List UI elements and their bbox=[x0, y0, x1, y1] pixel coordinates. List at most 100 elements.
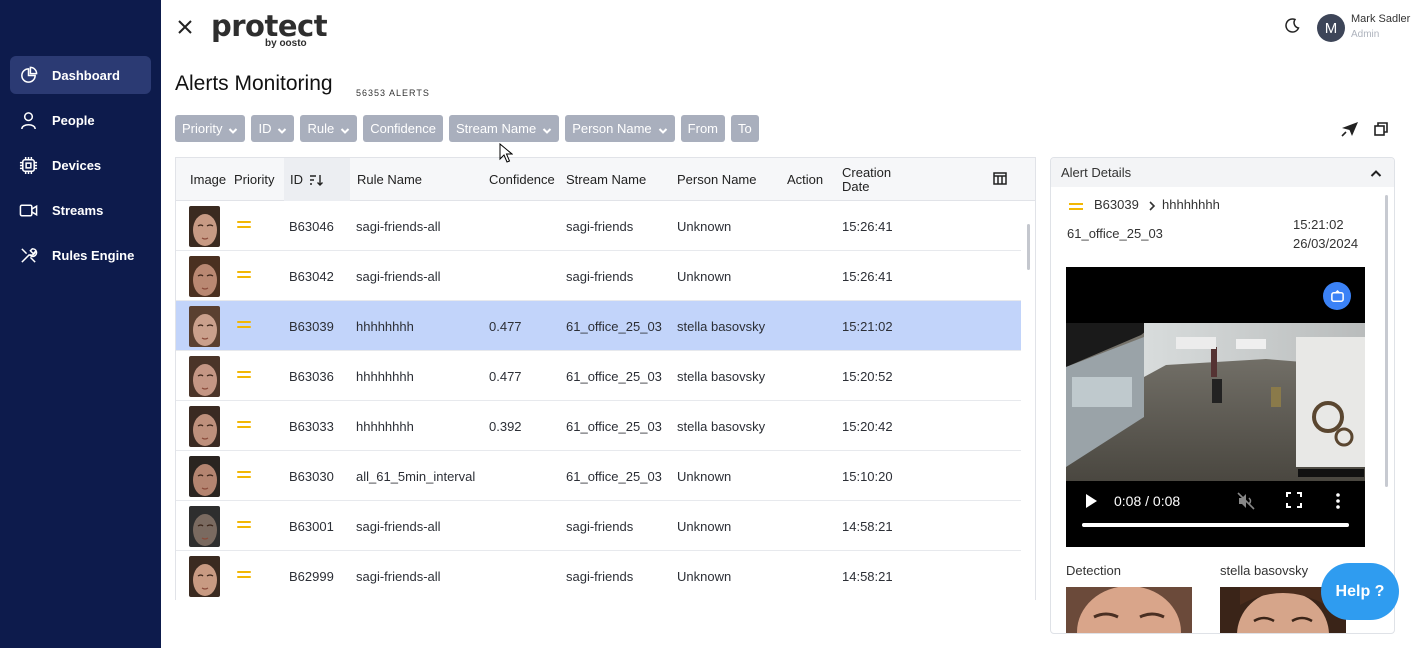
table-row[interactable]: B63030 all_61_5min_interval 61_office_25_0… bbox=[176, 451, 1021, 501]
page-title: Alerts Monitoring bbox=[175, 72, 333, 95]
table-row[interactable]: B63046 sagi-friends-all sagi-friends Unknow… bbox=[176, 201, 1021, 251]
cell-rule-name: sagi-friends-all bbox=[356, 268, 441, 284]
filter-priority[interactable]: Priority bbox=[175, 115, 246, 142]
header-rule-name[interactable]: Rule Name bbox=[357, 158, 422, 201]
sidebar-item-dashboard[interactable]: Dashboard bbox=[10, 56, 151, 94]
filter-label: From bbox=[687, 121, 719, 136]
header-confidence[interactable]: Confidence bbox=[489, 158, 555, 201]
close-button[interactable] bbox=[176, 18, 196, 38]
tools-icon bbox=[18, 245, 38, 265]
cell-id: B63033 bbox=[289, 418, 334, 434]
header-priority[interactable]: Priority bbox=[234, 158, 274, 201]
face-thumbnail[interactable] bbox=[189, 206, 220, 247]
chevron-up-icon[interactable] bbox=[1370, 167, 1382, 177]
filter-label: Stream Name bbox=[455, 121, 537, 136]
cell-id: B63036 bbox=[289, 368, 334, 384]
face-thumbnail[interactable] bbox=[189, 306, 220, 347]
columns-icon[interactable] bbox=[993, 172, 1007, 185]
copy-button[interactable] bbox=[1373, 121, 1389, 137]
cell-stream-name: 61_office_25_03 bbox=[566, 318, 662, 334]
cell-person-name: Unknown bbox=[677, 218, 732, 234]
filter-label: Rule bbox=[307, 121, 335, 136]
cell-person-name: stella basovsky bbox=[677, 318, 766, 334]
table-row[interactable]: B63039 hhhhhhhh 0.477 61_office_25_03 stella… bbox=[176, 301, 1021, 351]
fullscreen-icon[interactable] bbox=[1286, 492, 1302, 508]
sidebar-item-label: Dashboard bbox=[52, 67, 120, 83]
cell-stream-name: sagi-friends bbox=[566, 518, 634, 534]
sidebar-item-label: People bbox=[52, 112, 95, 128]
alert-details-panel: Alert Details B63039 hhhhhhhh 61_office_… bbox=[1050, 157, 1395, 634]
sidebar-item-streams[interactable]: Streams bbox=[10, 191, 151, 229]
chevron-right-icon bbox=[1147, 199, 1157, 211]
priority-icon bbox=[237, 271, 251, 279]
dashboard-icon bbox=[18, 65, 38, 85]
alert-details-title: Alert Details bbox=[1061, 165, 1132, 180]
play-icon[interactable] bbox=[1084, 493, 1098, 509]
filter-from[interactable]: From bbox=[680, 115, 726, 142]
table-row[interactable]: B63001 sagi-friends-all sagi-friends Unknow… bbox=[176, 501, 1021, 551]
cell-id: B63030 bbox=[289, 468, 334, 484]
help-button[interactable]: Help ? bbox=[1321, 563, 1399, 620]
cell-id: B63001 bbox=[289, 518, 334, 534]
filter-confidence[interactable]: Confidence bbox=[363, 115, 443, 142]
alert-details-header[interactable]: Alert Details bbox=[1051, 158, 1394, 187]
priority-icon bbox=[1069, 203, 1083, 211]
table-row[interactable]: B63033 hhhhhhhh 0.392 61_office_25_03 stella… bbox=[176, 401, 1021, 451]
dark-mode-toggle[interactable] bbox=[1284, 18, 1302, 36]
face-thumbnail[interactable] bbox=[189, 356, 220, 397]
header-action: Action bbox=[787, 172, 824, 187]
details-scrollbar[interactable] bbox=[1385, 195, 1388, 487]
detection-image bbox=[1066, 587, 1192, 633]
logo-subtitle: by oosto bbox=[265, 38, 307, 49]
priority-icon bbox=[237, 321, 251, 329]
alert-count: 56353 ALERTS bbox=[356, 88, 430, 98]
send-button[interactable] bbox=[1341, 121, 1359, 137]
mouse-cursor bbox=[499, 142, 514, 163]
mute-icon[interactable] bbox=[1237, 492, 1255, 510]
filter-rule[interactable]: Rule bbox=[300, 115, 358, 142]
chevron-down-icon bbox=[228, 124, 238, 134]
camera-icon[interactable] bbox=[1323, 282, 1351, 310]
sort-icon[interactable] bbox=[309, 174, 323, 186]
filter-label: Confidence bbox=[370, 121, 436, 136]
table-scrollbar[interactable] bbox=[1027, 224, 1030, 270]
table-row[interactable]: B63042 sagi-friends-all sagi-friends Unknow… bbox=[176, 251, 1021, 301]
filter-to[interactable]: To bbox=[731, 115, 759, 142]
video-progress-bar[interactable] bbox=[1082, 523, 1349, 527]
face-thumbnail[interactable] bbox=[189, 256, 220, 297]
filter-id[interactable]: ID bbox=[251, 115, 295, 142]
sidebar-item-people[interactable]: People bbox=[10, 101, 151, 139]
header-person-name[interactable]: Person Name bbox=[677, 158, 756, 201]
sidebar-item-devices[interactable]: Devices bbox=[10, 146, 151, 184]
cell-confidence: 0.477 bbox=[489, 368, 522, 384]
filter-bar: Priority ID Rule Confidence Stream Name … bbox=[175, 115, 759, 142]
alert-video-player[interactable]: 0:08 / 0:08 bbox=[1066, 267, 1365, 547]
detail-stream-name: 61_office_25_03 bbox=[1067, 226, 1163, 241]
sidebar-item-label: Devices bbox=[52, 157, 102, 173]
moon-icon bbox=[1285, 18, 1300, 33]
priority-icon bbox=[237, 571, 251, 579]
avatar[interactable]: M bbox=[1317, 14, 1345, 42]
cell-person-name: Unknown bbox=[677, 568, 732, 584]
face-thumbnail[interactable] bbox=[189, 406, 220, 447]
filter-person-name[interactable]: Person Name bbox=[565, 115, 675, 142]
table-row[interactable]: B62999 sagi-friends-all sagi-friends Unknow… bbox=[176, 551, 1021, 600]
header-creation-date[interactable]: Creation Date bbox=[842, 158, 891, 201]
face-thumbnail[interactable] bbox=[189, 506, 220, 547]
filter-stream-name[interactable]: Stream Name bbox=[448, 115, 560, 142]
cell-person-name: Unknown bbox=[677, 468, 732, 484]
cell-rule-name: hhhhhhhh bbox=[356, 418, 414, 434]
sidebar-item-rules-engine[interactable]: Rules Engine bbox=[10, 236, 151, 274]
header-stream-name[interactable]: Stream Name bbox=[566, 158, 646, 201]
face-thumbnail[interactable] bbox=[189, 456, 220, 497]
user-name: Mark Sadler bbox=[1351, 13, 1411, 25]
table-row[interactable]: B63036 hhhhhhhh 0.477 61_office_25_03 stella… bbox=[176, 351, 1021, 401]
cell-person-name: stella basovsky bbox=[677, 418, 766, 434]
logo: protect by oosto bbox=[211, 11, 328, 49]
cell-id: B62999 bbox=[289, 568, 334, 584]
header-id[interactable]: ID bbox=[284, 158, 350, 201]
face-thumbnail[interactable] bbox=[189, 556, 220, 597]
cell-id: B63046 bbox=[289, 218, 334, 234]
sidebar-item-label: Rules Engine bbox=[52, 247, 135, 263]
more-options-icon[interactable] bbox=[1334, 492, 1342, 510]
